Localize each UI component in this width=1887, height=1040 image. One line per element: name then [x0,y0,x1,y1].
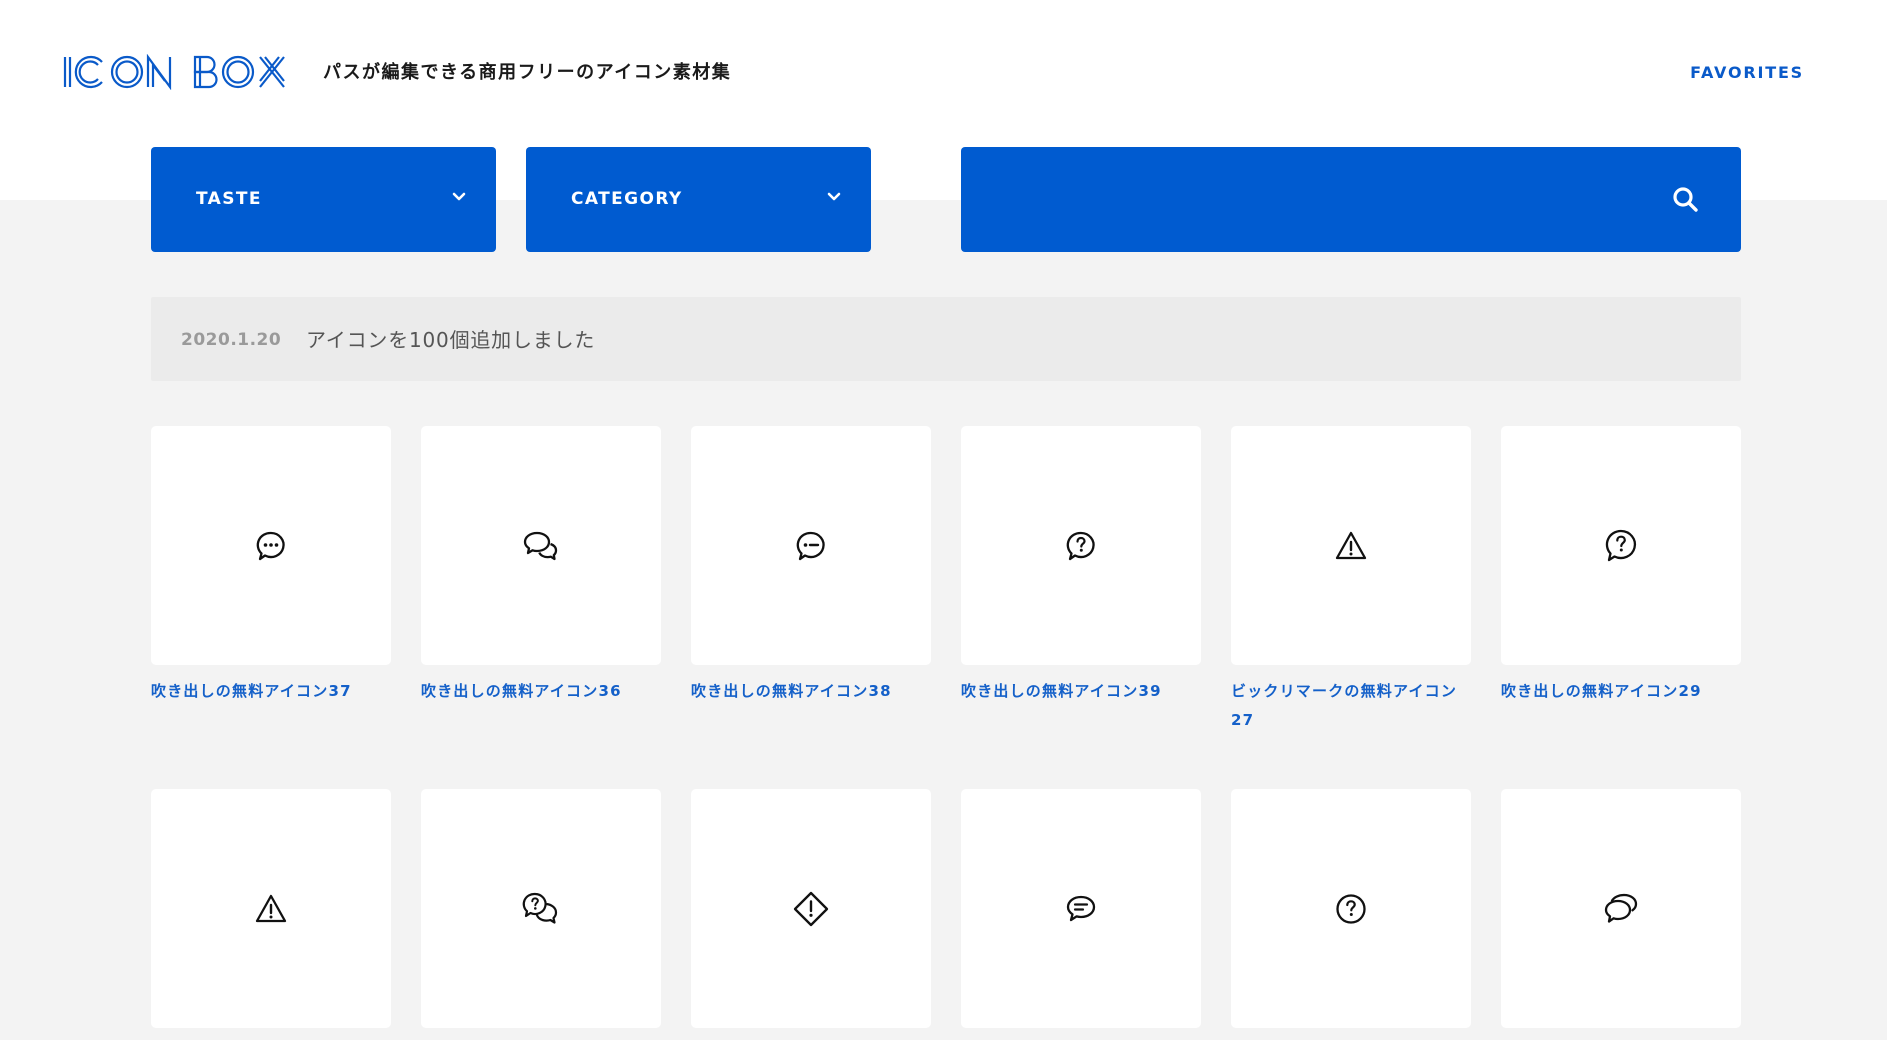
warning-diamond-icon [793,891,829,926]
category-dropdown-label: CATEGORY [571,189,683,209]
icon-card-tile [691,426,931,665]
icon-card-title[interactable]: 吹き出しの無料アイコン29 [1501,677,1741,706]
icon-card-tile [1501,789,1741,1028]
icon-card-tile [1501,426,1741,665]
question-double-bubble-icon [522,892,558,924]
speech-bubble-dash-icon [796,531,825,560]
icon-card[interactable]: 吹き出しの無料アイコン37 [151,426,391,706]
icon-card-tile [961,789,1201,1028]
icon-card-title[interactable]: ビックリマークの無料アイコン27 [1231,677,1471,735]
question-circle-icon [1336,893,1366,924]
category-dropdown[interactable]: CATEGORY [526,147,871,252]
news-banner: 2020.1.20 アイコンを100個追加しました [151,297,1741,381]
warning-triangle-icon [255,894,287,922]
site-tagline: パスが編集できる商用フリーのアイコン素材集 [323,62,732,83]
icon-card-tile [421,426,661,665]
search-icon[interactable] [1671,185,1701,215]
news-link[interactable]: アイコンを100個追加しました [306,328,595,352]
taste-dropdown-label: TASTE [196,189,262,209]
icon-card[interactable]: 吹き出しの無料アイコン36 [421,426,661,706]
favorites-link[interactable]: FAVORITES [1690,62,1804,84]
icon-card-title[interactable]: 吹き出しの無料アイコン37 [151,677,391,706]
icon-card[interactable] [961,789,1201,1040]
icon-card[interactable]: ビックリマークの無料アイコン27 [1231,426,1471,735]
text-lines-bubble-icon [1066,895,1096,921]
logo-icon [63,54,285,90]
icon-card-title[interactable]: 吹き出しの無料アイコン38 [691,677,931,706]
site-logo[interactable] [62,52,287,92]
site-header: パスが編集できる商用フリーのアイコン素材集 FAVORITES [0,0,1887,145]
question-bubble-icon [1066,531,1095,560]
search-bar [961,147,1741,252]
icon-card[interactable]: 吹き出しの無料アイコン38 [691,426,931,706]
icon-card[interactable]: 吹き出しの無料アイコン39 [961,426,1201,706]
icon-card-tile [1231,789,1471,1028]
icon-card-tile [151,789,391,1028]
taste-dropdown[interactable]: TASTE [151,147,496,252]
icon-card[interactable] [1231,789,1471,1040]
icon-card[interactable] [1501,789,1741,1040]
icon-card-tile [151,426,391,665]
icon-card[interactable] [421,789,661,1040]
double-speech-bubble-icon [523,531,558,560]
question-bubble-icon [1605,529,1637,561]
icon-card[interactable] [151,789,391,1040]
icon-card[interactable] [691,789,931,1040]
warning-triangle-icon [1335,531,1367,559]
icon-card-tile [421,789,661,1028]
speech-bubble-dots-icon [256,531,285,560]
icon-card-title[interactable]: 吹き出しの無料アイコン36 [421,677,661,706]
icon-card-title[interactable]: 吹き出しの無料アイコン39 [961,677,1201,706]
icon-card-tile [1231,426,1471,665]
icon-card-tile [691,789,931,1028]
double-speech-bubble-icon [1604,893,1638,923]
search-input[interactable] [991,177,1635,224]
icon-card[interactable]: 吹き出しの無料アイコン29 [1501,426,1741,706]
chevron-down-icon [827,192,841,201]
news-date: 2020.1.20 [181,330,282,350]
icon-card-tile [961,426,1201,665]
chevron-down-icon [452,192,466,201]
